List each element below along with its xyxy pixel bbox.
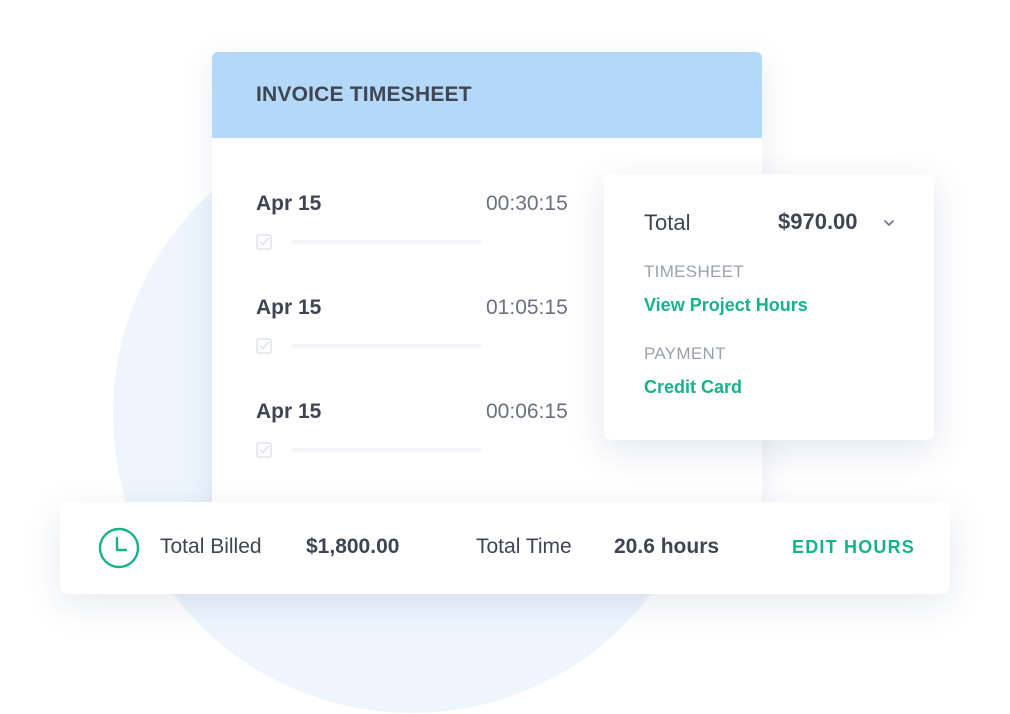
check-square-icon[interactable] <box>256 338 272 354</box>
total-billed-label: Total Billed <box>160 535 262 558</box>
entry-time: 00:06:15 <box>486 400 568 423</box>
view-project-hours-link[interactable]: View Project Hours <box>644 295 808 316</box>
stage: INVOICE TIMESHEET Apr 15 00:30:15 Apr 15… <box>0 0 1010 714</box>
total-billed-value: $1,800.00 <box>306 535 400 558</box>
payment-section-label: PAYMENT <box>644 344 726 363</box>
entry-time: 01:05:15 <box>486 296 568 319</box>
timesheet-title: INVOICE TIMESHEET <box>256 83 472 106</box>
timesheet-entry[interactable]: Apr 15 01:05:15 <box>256 296 586 366</box>
entry-date: Apr 15 <box>256 400 322 423</box>
total-time-value: 20.6 hours <box>614 535 720 558</box>
edit-hours-button[interactable]: EDIT HOURS <box>792 537 915 558</box>
timesheet-section-label: TIMESHEET <box>644 262 744 281</box>
entry-progress-bar <box>292 448 482 452</box>
entry-progress-bar <box>292 344 482 348</box>
timesheet-entry[interactable]: Apr 15 00:30:15 <box>256 192 586 262</box>
entry-date: Apr 15 <box>256 192 322 215</box>
total-time-label: Total Time <box>476 535 572 558</box>
total-value: $970.00 <box>778 209 858 234</box>
check-square-icon[interactable] <box>256 442 272 458</box>
summary-card: Total $970.00 TIMESHEET View Project Hou… <box>604 174 934 440</box>
credit-card-link[interactable]: Credit Card <box>644 377 742 398</box>
timesheet-header: INVOICE TIMESHEET <box>212 52 762 138</box>
total-label: Total <box>644 210 691 235</box>
chevron-down-icon[interactable] <box>882 216 896 230</box>
clock-icon <box>98 527 140 569</box>
check-square-icon[interactable] <box>256 234 272 250</box>
entry-time: 00:30:15 <box>486 192 568 215</box>
totals-bar: Total Billed $1,800.00 Total Time 20.6 h… <box>60 502 950 594</box>
timesheet-entry[interactable]: Apr 15 00:06:15 <box>256 400 586 470</box>
entry-progress-bar <box>292 240 482 244</box>
entry-date: Apr 15 <box>256 296 322 319</box>
